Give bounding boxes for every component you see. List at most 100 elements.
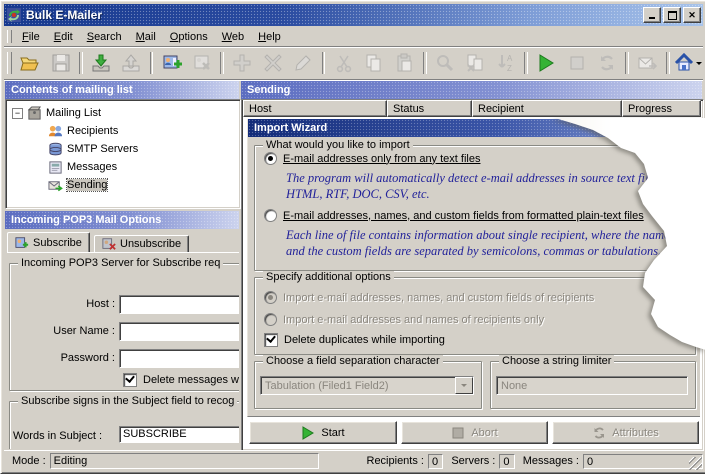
remove-contact-button: [187, 48, 217, 78]
radio-label: Import e-mail addresses and names of rec…: [283, 314, 544, 326]
password-input[interactable]: [119, 349, 239, 368]
menu-options[interactable]: Options: [163, 29, 215, 45]
app-icon: [6, 7, 22, 23]
tree-item-recipients[interactable]: Recipients: [48, 123, 118, 139]
option1-description-line1: The program will automatically detect e-…: [286, 170, 694, 186]
tree-item-label: Messages: [67, 161, 117, 173]
copy-button: [359, 48, 389, 78]
chevron-down-icon: [461, 384, 467, 390]
radio-icon: [264, 313, 277, 326]
tree-item-messages[interactable]: Messages: [48, 159, 117, 175]
words-in-subject-label: Words in Subject :: [13, 430, 102, 442]
menu-help[interactable]: Help: [251, 29, 288, 45]
title-bar: Bulk E-Mailer ✕: [4, 4, 703, 26]
svg-text:Z: Z: [507, 64, 512, 73]
app-window: Bulk E-Mailer ✕ File Edit Search Mail Op…: [0, 0, 705, 474]
tree-item-label: Mailing List: [46, 107, 101, 119]
x-icon: [263, 53, 283, 73]
radio-import-addresses-only[interactable]: E-mail addresses only from any text file…: [264, 152, 480, 165]
minimize-icon: [649, 17, 655, 19]
pop3-panel-body: Subscribe Unsubscribe Incoming POP3 Serv…: [5, 229, 239, 449]
export-button: [116, 48, 146, 78]
pop3-server-group-title: Incoming POP3 Server for Subscribe req: [18, 257, 223, 269]
menu-file[interactable]: File: [15, 29, 47, 45]
resize-grip[interactable]: [689, 457, 702, 470]
box-icon: [27, 106, 42, 121]
sending-panel-header: Sending: [241, 81, 702, 99]
radio-label: Import e-mail addresses, names, and cust…: [283, 292, 594, 304]
menu-bar: File Edit Search Mail Options Web Help: [4, 27, 703, 47]
recipients-icon: [48, 124, 63, 139]
messages-icon: [48, 160, 63, 175]
menubar-grip[interactable]: [7, 30, 12, 43]
toolbar-separator: [220, 52, 224, 74]
edit-button: [288, 48, 318, 78]
menu-search[interactable]: Search: [80, 29, 129, 45]
menu-web[interactable]: Web: [215, 29, 251, 45]
start-button[interactable]: Start: [249, 421, 397, 444]
minimize-button[interactable]: [643, 7, 661, 23]
column-header-host[interactable]: Host: [243, 100, 387, 117]
maximize-icon: [668, 11, 677, 20]
stop-sending-button: [561, 48, 591, 78]
checkbox-label: Delete duplicates while importing: [284, 334, 445, 346]
column-header-recipient[interactable]: Recipient: [472, 100, 622, 117]
unsubscribe-icon: [102, 237, 116, 251]
maximize-button[interactable]: [663, 7, 681, 23]
option2-description-line1: Each line of file contains information a…: [286, 227, 701, 243]
column-header-progress[interactable]: Progress: [622, 100, 701, 117]
import-button[interactable]: [86, 48, 116, 78]
close-button[interactable]: ✕: [683, 7, 701, 23]
refresh-button: [592, 48, 622, 78]
delete-duplicates-checkbox[interactable]: Delete duplicates while importing: [264, 333, 445, 347]
host-input[interactable]: [119, 295, 239, 314]
open-button[interactable]: [15, 48, 45, 78]
home-button[interactable]: [673, 48, 703, 78]
abort-button-label: Abort: [471, 427, 497, 439]
mailing-list-tree: − Mailing List Recipients SMTP Servers M…: [5, 99, 241, 209]
words-in-subject-input[interactable]: SUBSCRIBE: [119, 426, 239, 443]
radio-import-addresses-names-fields[interactable]: E-mail addresses, names, and custom fiel…: [264, 209, 644, 222]
wizard-title: Import Wizard: [254, 122, 327, 134]
attributes-button-label: Attributes: [612, 427, 658, 439]
sort-az-icon: AZ: [496, 53, 516, 73]
remove-contact-icon: [192, 53, 212, 73]
delete-messages-checkbox[interactable]: Delete messages wi: [123, 373, 239, 387]
tree-expander[interactable]: −: [12, 108, 23, 119]
checkbox-label: Delete messages wi: [143, 374, 239, 386]
paste-button: [389, 48, 419, 78]
pop3-panel-header: Incoming POP3 Mail Options: [5, 211, 239, 229]
sort-az-button: AZ: [491, 48, 521, 78]
pop3-panel-title: Incoming POP3 Mail Options: [11, 214, 161, 226]
tree-item-label: SMTP Servers: [67, 143, 138, 155]
tab-subscribe[interactable]: Subscribe: [7, 232, 90, 253]
toolbar-separator: [322, 52, 326, 74]
tree-item-mailing-list[interactable]: − Mailing List: [12, 105, 101, 121]
start-button-label: Start: [321, 427, 344, 439]
combobox-dropdown-button: [455, 377, 473, 394]
column-header-status[interactable]: Status: [387, 100, 472, 117]
start-sending-button[interactable]: [531, 48, 561, 78]
toolbar-grip[interactable]: [7, 52, 12, 74]
svg-text:A: A: [507, 54, 513, 63]
remove-duplicates-icon: [465, 53, 485, 73]
titlebar-texture: [4, 4, 703, 26]
mode-value: Editing: [50, 453, 319, 469]
menu-edit[interactable]: Edit: [47, 29, 80, 45]
tree-item-sending[interactable]: Sending: [48, 177, 107, 193]
magnifier-icon: [435, 53, 455, 73]
radio-label: E-mail addresses only from any text file…: [283, 153, 480, 165]
contents-panel-title: Contents of mailing list: [11, 84, 133, 96]
tree-item-smtp-servers[interactable]: SMTP Servers: [48, 141, 138, 157]
toolbar-separator: [625, 52, 629, 74]
user-name-input[interactable]: [119, 322, 239, 341]
add-contact-button[interactable]: [156, 48, 186, 78]
toolbar-separator: [666, 52, 670, 74]
tab-label: Subscribe: [33, 237, 82, 249]
option1-description-line2: HTML, RTF, DOC, CSV, etc.: [286, 186, 430, 202]
mode-label: Mode :: [12, 455, 46, 467]
field-separator-value: Tabulation (Filed1 Field2): [265, 380, 389, 392]
menu-mail[interactable]: Mail: [129, 29, 163, 45]
pencil-icon: [293, 53, 313, 73]
tab-unsubscribe[interactable]: Unsubscribe: [94, 235, 189, 253]
